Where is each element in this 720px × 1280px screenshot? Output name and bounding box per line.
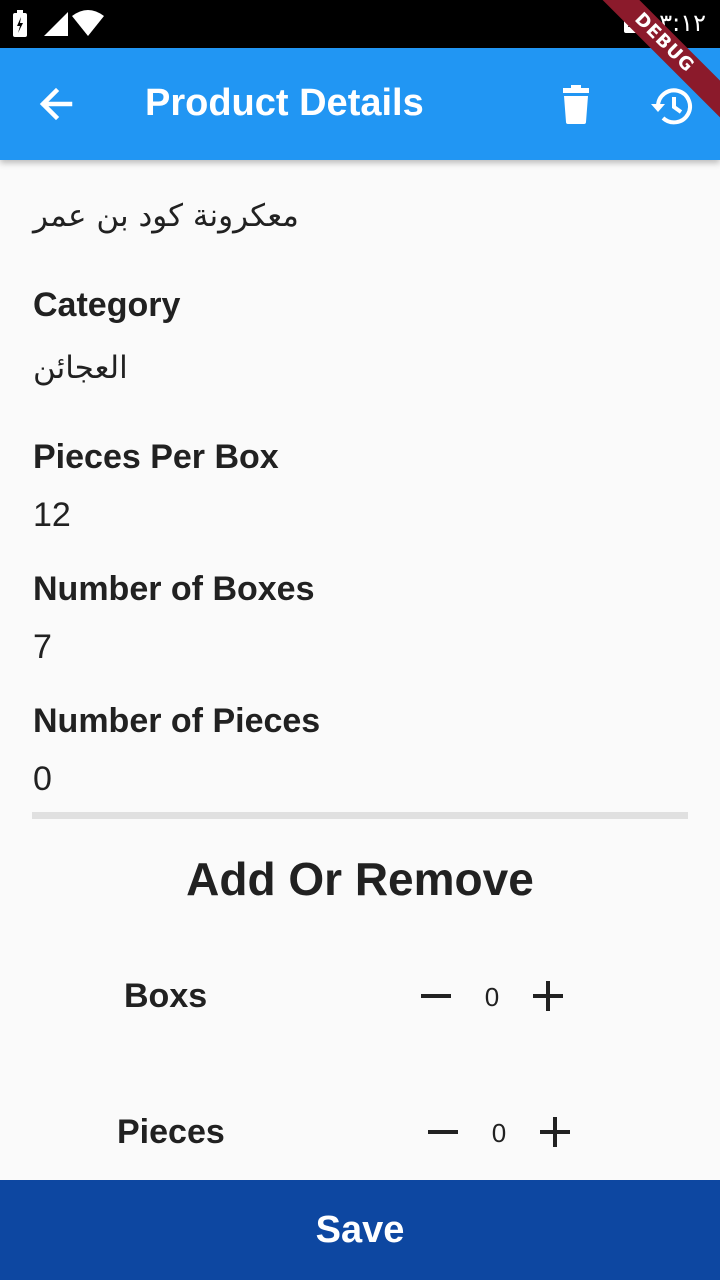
minus-icon bbox=[428, 1130, 458, 1134]
number-of-pieces-value: 0 bbox=[33, 760, 52, 798]
pieces-per-box-label: Pieces Per Box bbox=[33, 438, 279, 476]
pieces-label: Pieces bbox=[117, 1113, 225, 1151]
pieces-decrement-button[interactable] bbox=[419, 1108, 467, 1156]
minus-icon bbox=[421, 994, 451, 998]
pieces-value: 0 bbox=[491, 1118, 507, 1148]
category-label: Category bbox=[33, 286, 181, 324]
wifi-icon bbox=[72, 10, 104, 36]
section-divider bbox=[32, 812, 688, 819]
signal-icon bbox=[44, 12, 68, 36]
delete-button[interactable] bbox=[548, 78, 604, 134]
plus-icon bbox=[540, 1117, 570, 1147]
back-arrow-icon bbox=[39, 87, 73, 121]
number-of-boxes-label: Number of Boxes bbox=[33, 570, 315, 608]
app-bar: Product Details bbox=[0, 48, 720, 160]
pieces-per-box-value: 12 bbox=[33, 496, 71, 534]
pieces-increment-button[interactable] bbox=[531, 1108, 579, 1156]
category-value: العجائن bbox=[33, 350, 128, 386]
number-of-boxes-value: 7 bbox=[33, 628, 52, 666]
boxes-label: Boxs bbox=[124, 977, 208, 1015]
add-or-remove-title: Add Or Remove bbox=[186, 853, 534, 905]
boxes-decrement-button[interactable] bbox=[412, 972, 460, 1020]
battery-charging-icon bbox=[13, 10, 27, 37]
number-of-pieces-label: Number of Pieces bbox=[33, 702, 321, 740]
product-name: معكرونة كود بن عمر bbox=[33, 198, 299, 234]
back-button[interactable] bbox=[30, 76, 86, 132]
page-title: Product Details bbox=[145, 82, 424, 124]
save-button[interactable]: Save bbox=[0, 1180, 720, 1280]
trash-icon bbox=[563, 85, 589, 124]
plus-icon bbox=[533, 981, 563, 1011]
boxes-value: 0 bbox=[484, 982, 500, 1012]
boxes-increment-button[interactable] bbox=[524, 972, 572, 1020]
